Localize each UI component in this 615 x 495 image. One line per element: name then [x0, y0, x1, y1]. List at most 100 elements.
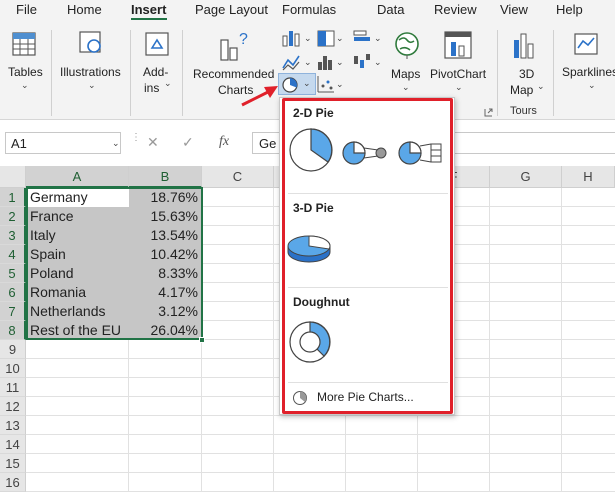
row-header[interactable]: 4 [0, 245, 26, 264]
chevron-down-icon[interactable]: ⌄ [374, 57, 382, 68]
row-header[interactable]: 12 [0, 397, 26, 416]
row-header[interactable]: 8 [0, 321, 26, 340]
tab-help[interactable]: Help [556, 2, 583, 17]
section-title-2d-pie: 2-D Pie [293, 106, 334, 120]
pie-2d-icon [289, 128, 333, 172]
hierarchy-chart-icon[interactable] [316, 28, 338, 48]
section-divider [288, 287, 448, 288]
chevron-down-icon: ⌄ [455, 82, 463, 92]
tab-formulas[interactable]: Formulas [282, 2, 336, 17]
chevron-down-icon: ⌄ [588, 80, 596, 90]
column-header-b[interactable]: B [129, 166, 202, 188]
column-gridline [489, 188, 490, 492]
fill-handle[interactable] [199, 337, 205, 343]
chevron-down-icon[interactable]: ⌄ [304, 57, 312, 68]
ribbon-separator [182, 30, 183, 116]
cancel-icon[interactable]: ✕ [147, 134, 159, 151]
ribbon-separator [130, 30, 131, 116]
row-header[interactable]: 15 [0, 454, 26, 473]
column-header-a[interactable]: A [26, 166, 129, 188]
ribbon-separator [51, 30, 52, 116]
column-header-c[interactable]: C [202, 166, 274, 188]
row-header[interactable]: 5 [0, 264, 26, 283]
chevron-down-icon: ⌄ [402, 82, 410, 92]
pie-chart-icon [282, 77, 298, 93]
selection-border [26, 187, 203, 340]
pie-chart-dropdown: 2-D Pie 3-D Pie Doughnut More Pie Charts… [279, 97, 455, 415]
tab-home[interactable]: Home [67, 2, 102, 17]
chevron-down-icon: ⌄ [112, 138, 120, 148]
confirm-icon[interactable]: ✓ [182, 134, 194, 151]
tab-data[interactable]: Data [377, 2, 404, 17]
ribbon-separator [497, 30, 498, 116]
scatter-chart-icon[interactable] [316, 74, 338, 94]
maps-label: Maps [391, 67, 421, 81]
sparklines-label: Sparklines [562, 65, 615, 79]
statistic-chart-icon[interactable] [316, 52, 338, 72]
row-header[interactable]: 14 [0, 435, 26, 454]
pivotchart-label: PivotChart [430, 67, 487, 81]
tab-page-layout[interactable]: Page Layout [195, 2, 268, 17]
pie-of-pie-option[interactable] [340, 138, 390, 168]
row-header[interactable]: 6 [0, 283, 26, 302]
chevron-down-icon[interactable]: ⌄ [336, 57, 344, 68]
bar-chart-icon[interactable] [352, 28, 374, 48]
dialog-launcher-icon[interactable] [484, 108, 494, 118]
row-header[interactable]: 11 [0, 378, 26, 397]
chevron-down-icon: ⌄ [537, 81, 545, 91]
pie-3d-icon [287, 235, 331, 263]
chevron-down-icon[interactable]: ⌄ [304, 33, 312, 44]
drag-handle-icon[interactable]: ⋮ [131, 132, 141, 143]
pie-2d-option[interactable] [287, 126, 335, 174]
sparklines-icon [574, 33, 598, 55]
doughnut-option[interactable] [286, 318, 334, 366]
column-gridline [561, 188, 562, 492]
table-icon [12, 32, 36, 56]
bar-of-pie-icon [398, 141, 442, 165]
row-header[interactable]: 3 [0, 226, 26, 245]
3d-map-label-line2: Map [510, 83, 534, 97]
bar-of-pie-option[interactable] [396, 138, 446, 168]
chevron-down-icon[interactable]: ⌄ [374, 33, 382, 44]
name-box-value: A1 [11, 136, 27, 151]
select-all-corner[interactable] [0, 166, 26, 188]
tours-group-label: Tours [510, 105, 537, 117]
row-header[interactable]: 9 [0, 340, 26, 359]
tab-file[interactable]: File [16, 2, 37, 17]
name-box[interactable]: A1 ⌄ [5, 132, 121, 154]
menu-bar: File Home Insert Page Layout Formulas Da… [0, 0, 615, 20]
pie-3d-option[interactable] [285, 228, 335, 268]
tab-insert[interactable]: Insert [131, 2, 166, 17]
chevron-down-icon[interactable]: ⌄ [336, 33, 344, 44]
line-chart-icon[interactable] [281, 52, 303, 72]
row-gridline [26, 434, 615, 435]
column-chart-icon[interactable] [281, 28, 303, 48]
row-header[interactable]: 7 [0, 302, 26, 321]
pivotchart-icon [444, 31, 472, 59]
waterfall-chart-icon[interactable] [352, 52, 374, 72]
insert-function-button[interactable]: fx [219, 134, 229, 150]
row-gridline [26, 472, 615, 473]
chevron-down-icon: ⌄ [21, 80, 29, 90]
row-header[interactable]: 13 [0, 416, 26, 435]
row-header[interactable]: 2 [0, 207, 26, 226]
section-divider [288, 193, 448, 194]
column-header-h[interactable]: H [562, 166, 615, 188]
recommended-charts-icon: ? [220, 31, 248, 61]
tables-label: Tables [8, 65, 43, 79]
tab-review[interactable]: Review [434, 2, 477, 17]
row-gridline [26, 491, 615, 492]
row-header[interactable]: 1 [0, 188, 26, 207]
tab-view[interactable]: View [500, 2, 528, 17]
section-title-3d-pie: 3-D Pie [293, 201, 334, 215]
row-header[interactable]: 10 [0, 359, 26, 378]
addins-icon [145, 32, 169, 56]
column-header-g[interactable]: G [490, 166, 562, 188]
more-pie-charts-button[interactable]: More Pie Charts... [289, 388, 447, 408]
chevron-down-icon[interactable]: ⌄ [336, 79, 344, 90]
3d-map-icon [514, 33, 534, 59]
row-header[interactable]: 16 [0, 473, 26, 492]
chevron-down-icon: ⌄ [303, 78, 311, 88]
pie-chart-button[interactable]: ⌄ [278, 73, 316, 95]
pie-of-pie-icon [342, 141, 387, 165]
